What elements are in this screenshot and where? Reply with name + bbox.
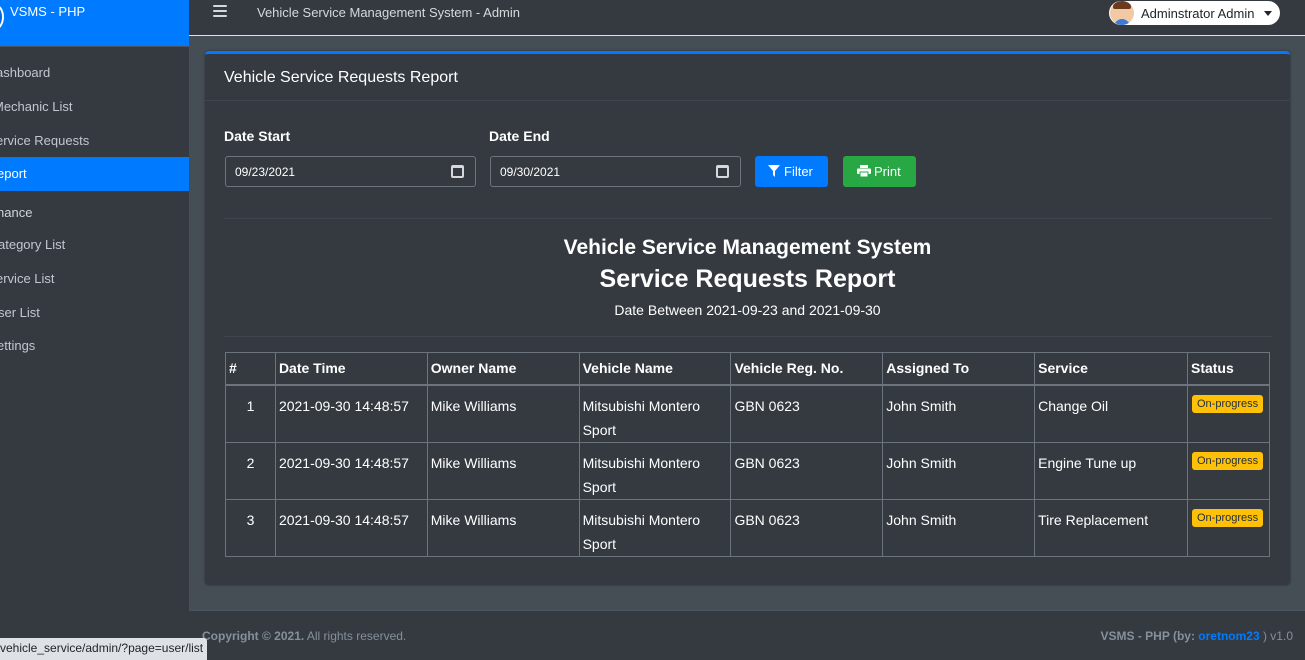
cell-assigned: John Smith — [882, 384, 1036, 443]
cell-assigned: John Smith — [882, 441, 1036, 500]
report-table: # Date Time Owner Name Vehicle Name Vehi… — [225, 352, 1271, 557]
cell-owner: Mike Williams — [426, 384, 580, 443]
sidebar-item-user-list[interactable]: ser List — [0, 296, 189, 330]
report-date-range: Date Between 2021-09-23 and 2021-09-30 — [614, 302, 881, 318]
copyright-year: Copyright © 2021. — [202, 629, 305, 643]
sidebar-item-label: ashboard — [0, 65, 51, 80]
card-header: Vehicle Service Requests Report — [205, 54, 1290, 101]
status-badge: On-progress — [1191, 394, 1264, 413]
copyright: Copyright © 2021. All rights reserved. — [202, 629, 406, 643]
copyright-rest: All rights reserved. — [304, 629, 407, 643]
sidebar-item-label: ervice List — [0, 271, 55, 286]
table-header-row: # Date Time Owner Name Vehicle Name Vehi… — [225, 352, 1271, 386]
sidebar-item-service-list[interactable]: ervice List — [0, 262, 189, 296]
date-start-value: 09/23/2021 — [235, 165, 296, 179]
cell-vehicle: Mitsubishi Montero Sport — [578, 384, 732, 443]
date-end-label: Date End — [489, 128, 550, 144]
sidebar-item-category-list[interactable]: ategory List — [0, 228, 189, 262]
row-number: 1 — [225, 384, 276, 443]
filter-button[interactable]: Filter — [755, 156, 828, 187]
credit-prefix: VSMS - PHP (by: — [1100, 629, 1199, 643]
column-header: Service — [1034, 352, 1188, 386]
table-row: 3 2021-09-30 14:48:57 Mike Williams Mits… — [225, 498, 1271, 557]
cell-vehicle: Mitsubishi Montero Sport — [578, 441, 732, 500]
calendar-icon[interactable] — [451, 165, 464, 178]
sidebar: VSMS - PHP ashboard Mechanic List ervice… — [0, 0, 189, 660]
sidebar-item-mechanic-list[interactable]: Mechanic List — [0, 90, 189, 124]
caret-down-icon — [1264, 11, 1272, 16]
footer-credit: VSMS - PHP (by: oretnom23 ) v1.0 — [1100, 629, 1293, 643]
column-header: Status — [1186, 352, 1271, 386]
user-name: Adminstrator Admin — [1141, 6, 1255, 21]
credit-suffix: ) v1.0 — [1259, 629, 1293, 643]
column-header: Vehicle Reg. No. — [730, 352, 884, 386]
brand-link[interactable]: VSMS - PHP — [0, 0, 189, 47]
top-navbar: Vehicle Service Management System - Admi… — [189, 0, 1305, 36]
column-header: # — [225, 352, 276, 386]
cell-reg-no: GBN 0623 — [730, 498, 884, 557]
sidebar-item-label: ettings — [0, 338, 36, 353]
status-bar-url: vehicle_service/admin/?page=user/list — [0, 638, 208, 660]
avatar — [1110, 1, 1134, 25]
cell-status: On-progress — [1186, 441, 1271, 500]
brand-logo-icon — [0, 4, 4, 30]
brand-text: VSMS - PHP — [10, 4, 86, 19]
cell-status: On-progress — [1186, 498, 1271, 557]
sidebar-item-label: ser List — [0, 305, 40, 320]
column-header: Date Time — [274, 352, 428, 386]
date-start-input[interactable]: 09/23/2021 — [225, 156, 476, 187]
card-title: Vehicle Service Requests Report — [224, 69, 458, 86]
print-icon — [857, 165, 871, 177]
date-end-input[interactable]: 09/30/2021 — [490, 156, 741, 187]
cell-service: Tire Replacement — [1034, 498, 1188, 557]
report-title: Vehicle Service Management System — [563, 236, 932, 259]
app-title: Vehicle Service Management System - Admi… — [257, 5, 521, 20]
cell-datetime: 2021-09-30 14:48:57 — [274, 498, 428, 557]
cell-reg-no: GBN 0623 — [730, 384, 884, 443]
report-subtitle: Service Requests Report — [599, 265, 896, 293]
table-row: 1 2021-09-30 14:48:57 Mike Williams Mits… — [225, 384, 1271, 443]
sidebar-item-label: ategory List — [0, 237, 66, 252]
column-header: Owner Name — [426, 352, 580, 386]
divider — [224, 218, 1272, 219]
sidebar-header-label: hance — [0, 205, 33, 220]
calendar-icon[interactable] — [716, 165, 729, 178]
status-badge: On-progress — [1191, 451, 1264, 470]
divider — [224, 336, 1272, 337]
sidebar-item-report[interactable]: eport — [0, 157, 189, 191]
sidebar-item-dashboard[interactable]: ashboard — [0, 56, 189, 90]
cell-assigned: John Smith — [882, 498, 1036, 557]
sidebar-item-settings[interactable]: ettings — [0, 329, 189, 363]
sidebar-item-label: eport — [0, 166, 27, 181]
column-header: Assigned To — [882, 352, 1036, 386]
cell-datetime: 2021-09-30 14:48:57 — [274, 441, 428, 500]
cell-owner: Mike Williams — [426, 498, 580, 557]
filter-icon — [768, 165, 780, 177]
sidebar-item-service-requests[interactable]: ervice Requests — [0, 124, 189, 158]
user-menu-button[interactable]: Adminstrator Admin — [1109, 1, 1280, 25]
sidebar-item-label: ervice Requests — [0, 133, 90, 148]
print-button[interactable]: Print — [843, 156, 916, 187]
sidebar-item-label: Mechanic List — [0, 99, 73, 114]
date-end-value: 09/30/2021 — [500, 165, 561, 179]
row-number: 2 — [225, 441, 276, 500]
date-start-label: Date Start — [224, 128, 291, 144]
row-number: 3 — [225, 498, 276, 557]
cell-status: On-progress — [1186, 384, 1271, 443]
cell-reg-no: GBN 0623 — [730, 441, 884, 500]
cell-service: Engine Tune up — [1034, 441, 1188, 500]
status-badge: On-progress — [1191, 508, 1264, 527]
filter-button-label: Filter — [784, 164, 813, 179]
cell-owner: Mike Williams — [426, 441, 580, 500]
hamburger-menu-icon[interactable] — [213, 5, 227, 19]
cell-service: Change Oil — [1034, 384, 1188, 443]
cell-datetime: 2021-09-30 14:48:57 — [274, 384, 428, 443]
column-header: Vehicle Name — [578, 352, 732, 386]
author-link[interactable]: oretnom23 — [1198, 629, 1259, 643]
table-row: 2 2021-09-30 14:48:57 Mike Williams Mits… — [225, 441, 1271, 500]
print-button-label: Print — [874, 164, 901, 179]
cell-vehicle: Mitsubishi Montero Sport — [578, 498, 732, 557]
footer: Copyright © 2021. All rights reserved. V… — [189, 610, 1305, 660]
